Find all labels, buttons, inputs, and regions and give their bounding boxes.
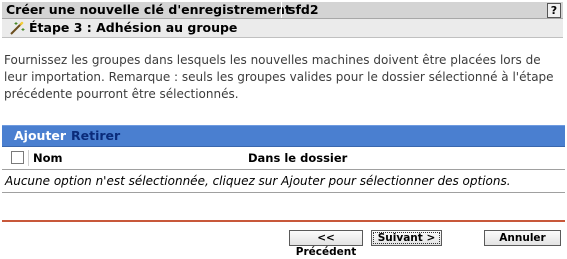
help-button[interactable]: ? — [547, 3, 561, 18]
empty-row: Aucune option n'est sélectionnée, clique… — [2, 170, 565, 193]
registration-key-name: sfd2 — [288, 2, 319, 17]
remove-button[interactable]: Retirer — [71, 126, 120, 146]
table-header: Nom Dans le dossier — [2, 147, 565, 170]
column-header-folder[interactable]: Dans le dossier — [248, 147, 347, 169]
step-header: Étape 3 : Adhésion au groupe — [2, 19, 563, 38]
wand-icon — [9, 21, 25, 35]
title-separator — [281, 2, 282, 18]
dialog-title-bar: Créer une nouvelle clé d'enregistrement … — [2, 2, 563, 19]
previous-button[interactable]: << Précédent — [289, 230, 363, 258]
step-description: Fournissez les groupes dans lesquels les… — [4, 53, 554, 101]
cancel-button[interactable]: Annuler — [484, 230, 561, 246]
empty-message: Aucune option n'est sélectionnée, clique… — [5, 174, 511, 188]
next-button[interactable]: Suivant > — [371, 230, 442, 246]
groups-table: Nom Dans le dossier Aucune option n'est … — [2, 147, 565, 193]
footer-divider — [2, 220, 565, 222]
step-title: Étape 3 : Adhésion au groupe — [29, 20, 238, 35]
group-toolbar: Ajouter Retirer — [2, 125, 565, 147]
add-button[interactable]: Ajouter — [14, 126, 66, 146]
dialog-title: Créer une nouvelle clé d'enregistrement — [6, 2, 291, 17]
column-divider — [28, 150, 29, 166]
column-header-name[interactable]: Nom — [33, 147, 63, 169]
select-all-checkbox[interactable] — [11, 151, 24, 164]
